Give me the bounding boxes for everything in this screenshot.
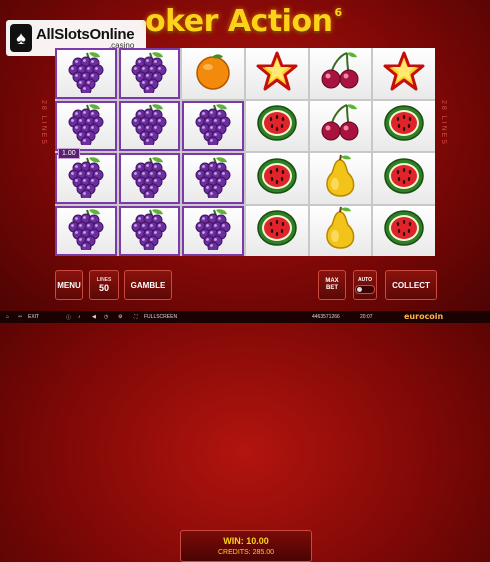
- lines-button[interactable]: LINES 50: [89, 270, 119, 300]
- reel-cell: [55, 100, 117, 151]
- cherries-icon: [317, 101, 363, 150]
- reel-cell: [309, 48, 372, 99]
- win-panel: WIN: 10.00 CREDITS: 285.00: [180, 530, 312, 562]
- max-bet-button[interactable]: MAX BET: [318, 270, 346, 300]
- brand-logo: eurocoin: [404, 312, 444, 321]
- game-title-text: oker Action: [145, 4, 333, 39]
- exit-link[interactable]: EXIT: [28, 314, 39, 320]
- win-amount: WIN: 10.00: [223, 536, 269, 546]
- grapes-icon: [63, 49, 109, 98]
- pear-icon: [317, 154, 363, 203]
- reel-cell: [55, 48, 117, 99]
- home-icon[interactable]: ⌂: [6, 314, 9, 320]
- menu-button[interactable]: MENU: [55, 270, 83, 300]
- lines-value: 50: [98, 283, 109, 293]
- status-bar: ⌂ ⇦ EXIT ⓘ ♪ ◀ ◷ ⚙ ⛶ FULLSCREEN 44635712…: [0, 311, 490, 323]
- session-id: 4463571266: [312, 314, 340, 320]
- auto-toggle[interactable]: AUTO: [353, 270, 377, 300]
- reel-cell: [373, 48, 435, 99]
- game-title: oker Action 6: [145, 4, 342, 44]
- reel-cell: [246, 205, 308, 256]
- grapes-icon: [126, 101, 172, 150]
- collect-button[interactable]: COLLECT: [385, 270, 437, 300]
- grapes-icon: [63, 206, 109, 255]
- watermark-text: AllSlotsOnline: [36, 25, 135, 43]
- gamble-button-label: GAMBLE: [130, 280, 166, 290]
- reel-cell: [246, 100, 308, 151]
- collect-button-label: COLLECT: [392, 280, 430, 290]
- reel-cell: [182, 48, 244, 99]
- line-win-badge: 1.00: [58, 148, 80, 159]
- control-bar: MENU LINES 50 GAMBLE WIN: 10.00 CREDITS:…: [0, 262, 490, 562]
- star-icon: [254, 49, 300, 98]
- spade-icon: ♠: [10, 24, 32, 52]
- max-bet-label: MAX BET: [325, 277, 339, 291]
- clock-icon[interactable]: ◷: [104, 314, 108, 320]
- lines-label-left: 28 LINES: [40, 100, 47, 146]
- grapes-icon: [126, 154, 172, 203]
- reel-cell: [373, 205, 435, 256]
- reel-cell: [373, 153, 435, 204]
- grapes-icon: [126, 49, 172, 98]
- reel-cell: [118, 205, 181, 256]
- fullscreen-icon: ⛶: [134, 314, 138, 320]
- lines-label-right: 28 LINES: [440, 100, 447, 146]
- star-icon: [381, 49, 427, 98]
- grapes-icon: [63, 101, 109, 150]
- exit-icon: ⇦: [18, 314, 23, 320]
- grapes-icon: [190, 206, 236, 255]
- reel-cell: [246, 48, 308, 99]
- cherries-icon: [317, 49, 363, 98]
- grapes-icon: [190, 101, 236, 150]
- pear-icon: [317, 206, 363, 255]
- grapes-icon: [190, 154, 236, 203]
- auto-label: AUTO: [357, 276, 373, 283]
- reel-cell: [182, 100, 244, 151]
- sound-icon[interactable]: ♪: [78, 314, 81, 320]
- menu-button-label: MENU: [57, 280, 81, 290]
- reel-cell: [118, 48, 181, 99]
- reel-cell: [309, 153, 372, 204]
- watermelon-icon: [254, 206, 300, 255]
- watermelon-icon: [254, 154, 300, 203]
- reel-cell: [55, 153, 117, 204]
- reel-cell: [182, 205, 244, 256]
- reel-cell: [55, 205, 117, 256]
- auto-switch[interactable]: [355, 284, 375, 294]
- speaker-icon[interactable]: ◀: [92, 314, 96, 320]
- gamble-button[interactable]: GAMBLE: [124, 270, 172, 300]
- reel-cell: [246, 153, 308, 204]
- watermelon-icon: [381, 206, 427, 255]
- reel-cell: [309, 205, 372, 256]
- reel-cell: [373, 100, 435, 151]
- reel-cell: [309, 100, 372, 151]
- grapes-icon: [126, 206, 172, 255]
- reel-cell: [118, 153, 181, 204]
- game-title-sup: 6: [334, 6, 342, 19]
- time-display: 20:07: [360, 314, 373, 320]
- fullscreen-link[interactable]: FULLSCREEN: [144, 314, 177, 320]
- settings-icon[interactable]: ⚙: [118, 314, 122, 320]
- watermelon-icon: [254, 101, 300, 150]
- watermelon-icon: [381, 154, 427, 203]
- reel-cell: [182, 153, 244, 204]
- orange-icon: [190, 49, 236, 98]
- reel-grid: [55, 48, 435, 256]
- grapes-icon: [63, 154, 109, 203]
- credits-amount: CREDITS: 285.00: [217, 549, 275, 556]
- reel-cell: [118, 100, 181, 151]
- watermelon-icon: [381, 101, 427, 150]
- info-icon[interactable]: ⓘ: [66, 314, 71, 321]
